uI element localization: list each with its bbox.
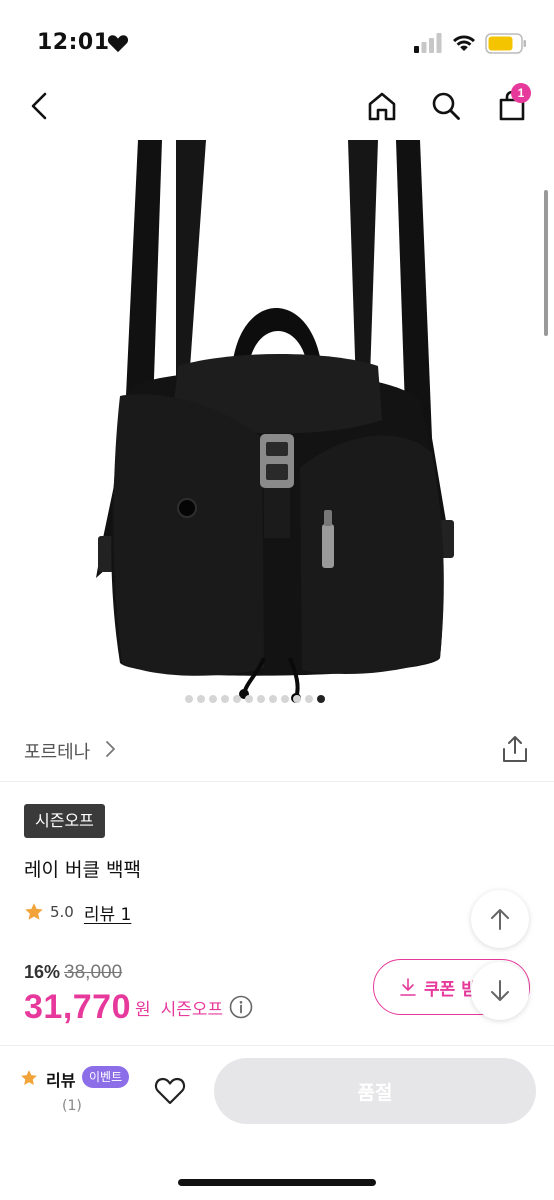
currency-label: 원 — [135, 999, 151, 1020]
scroll-bottom-button[interactable] — [471, 962, 529, 1020]
pagination-dot[interactable] — [197, 695, 205, 703]
brand-link[interactable]: 포르테나 — [24, 738, 90, 764]
product-title: 레이 버클 백팩 — [24, 859, 141, 881]
back-button[interactable] — [20, 86, 60, 126]
sale-price: 31,770 — [24, 987, 131, 1026]
pagination-dot[interactable] — [293, 695, 301, 703]
arrow-down-icon — [491, 980, 509, 1001]
share-icon — [503, 736, 527, 762]
home-indicator — [178, 1179, 376, 1186]
rating-score: 5.0 — [50, 903, 74, 921]
section-divider — [0, 781, 554, 782]
backpack-illustration — [96, 140, 454, 703]
status-time: 12:01 — [37, 30, 110, 55]
search-button[interactable] — [426, 86, 466, 126]
heart-icon — [107, 35, 129, 53]
coupon-label: 쿠폰 받 — [424, 979, 477, 1000]
rating-row: 5.0 리뷰 1 — [24, 900, 132, 925]
price-sale-row: 31,770 원 시즌오프 — [24, 985, 253, 1029]
signal-icon — [414, 33, 442, 53]
sold-out-button[interactable]: 품절 — [214, 1058, 536, 1124]
info-icon[interactable] — [229, 995, 253, 1019]
pagination-dot[interactable] — [317, 695, 325, 703]
review-tab[interactable]: 리뷰 이벤트 (1) — [20, 1066, 130, 1126]
event-badge: 이벤트 — [82, 1066, 130, 1088]
review-link[interactable]: 리뷰 1 — [84, 900, 132, 925]
cart-count-badge: 1 — [511, 83, 531, 103]
heart-outline-icon — [154, 1077, 186, 1105]
pagination-dot[interactable] — [185, 695, 193, 703]
status-bar: 12:01 — [0, 0, 554, 88]
original-price: 38,000 — [64, 962, 123, 983]
review-count: (1) — [62, 1098, 82, 1114]
review-label: 리뷰 — [46, 1071, 76, 1090]
battery-icon — [485, 33, 526, 54]
pagination-dot[interactable] — [257, 695, 265, 703]
cart-button[interactable]: 1 — [492, 83, 532, 126]
product-image[interactable] — [0, 138, 554, 710]
price-note: 시즌오프 — [160, 999, 224, 1020]
wifi-icon — [453, 35, 475, 51]
scroll-top-button[interactable] — [471, 890, 529, 948]
pagination-dot[interactable] — [305, 695, 313, 703]
download-icon — [400, 978, 416, 996]
search-icon — [432, 92, 460, 120]
home-icon — [368, 92, 396, 121]
image-pagination-dots[interactable] — [185, 695, 325, 703]
chevron-right-icon — [106, 741, 115, 757]
page-scrollbar[interactable] — [544, 190, 548, 336]
pagination-dot[interactable] — [209, 695, 217, 703]
pagination-dot[interactable] — [245, 695, 253, 703]
wishlist-button[interactable] — [151, 1072, 189, 1110]
back-icon — [31, 92, 47, 120]
home-button[interactable] — [362, 86, 402, 126]
pagination-dot[interactable] — [269, 695, 277, 703]
discount-rate: 16% — [24, 962, 61, 982]
share-button[interactable] — [500, 734, 530, 764]
bottom-action-bar: 리뷰 이벤트 (1) 품절 — [0, 1045, 554, 1200]
star-icon — [21, 1070, 37, 1085]
price-original-row: 16% 38,000 — [24, 962, 122, 984]
star-icon — [25, 903, 43, 920]
arrow-up-icon — [491, 909, 509, 930]
pagination-dot[interactable] — [221, 695, 229, 703]
pagination-dot[interactable] — [233, 695, 241, 703]
brand-row: 포르테나 — [24, 730, 530, 768]
pagination-dot[interactable] — [281, 695, 289, 703]
top-nav-bar: 1 — [0, 80, 554, 136]
season-off-badge: 시즌오프 — [24, 804, 105, 838]
